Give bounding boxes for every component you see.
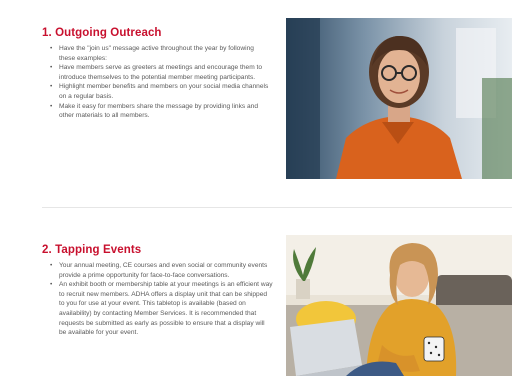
section-title-outgoing-outreach: 1. Outgoing Outreach: [42, 27, 162, 39]
outreach-bullet-list: Have the "join us" message active throug…: [49, 44, 271, 121]
photo-woman-with-glasses: [286, 18, 512, 179]
list-item: Your annual meeting, CE courses and even…: [49, 261, 273, 280]
events-bullet-list: Your annual meeting, CE courses and even…: [49, 261, 273, 338]
list-item: Have the "join us" message active throug…: [49, 44, 271, 63]
list-item: Have members serve as greeters at meetin…: [49, 63, 271, 82]
list-item: Highlight member benefits and members on…: [49, 82, 271, 101]
list-item: An exhibit booth or membership table at …: [49, 280, 273, 338]
photo-woman-with-laptop: [286, 235, 512, 376]
section-divider: [42, 207, 512, 208]
section-title-tapping-events: 2. Tapping Events: [42, 244, 142, 256]
page: 1. Outgoing Outreach Have the "join us" …: [0, 0, 526, 376]
list-item: Make it easy for members share the messa…: [49, 102, 271, 121]
